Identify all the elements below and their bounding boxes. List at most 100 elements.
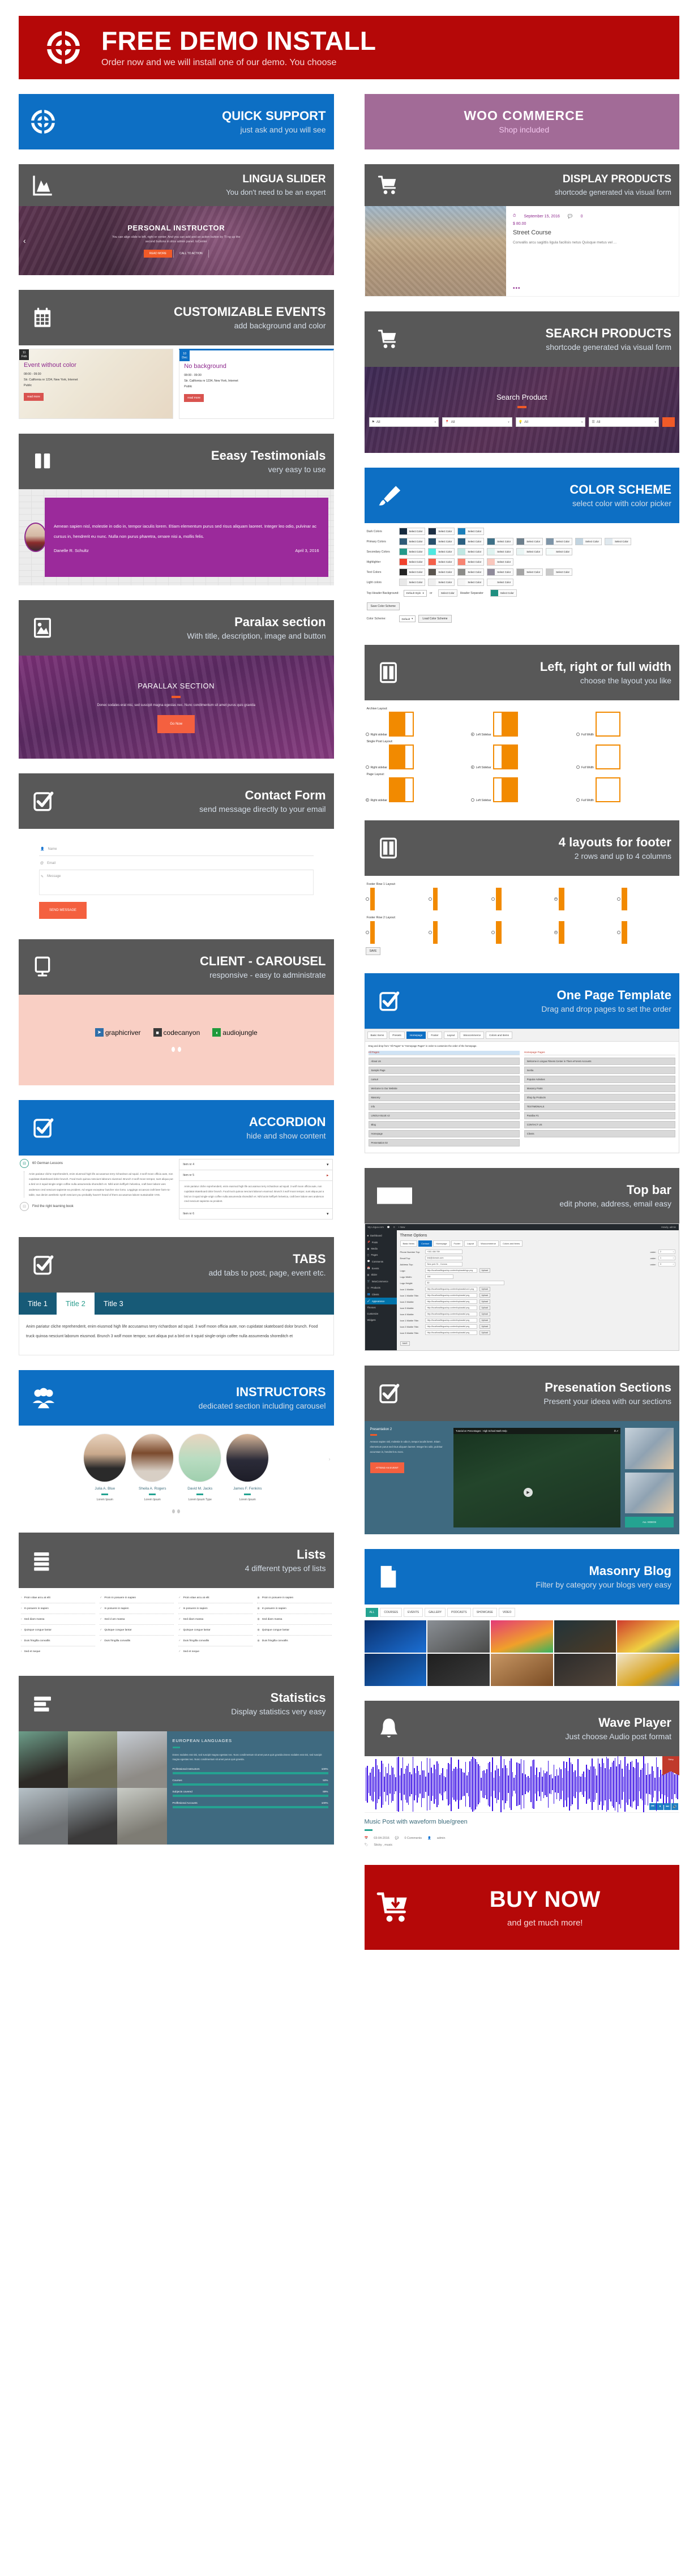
radio-option-left-sidebar[interactable]: Left Sidebar — [470, 712, 573, 737]
wp-admin-bar[interactable]: My Lingua.com 💬 0 + New Howdy, admin — [365, 1224, 679, 1230]
post-tags[interactable]: 🏷 Sticky , music — [365, 1843, 680, 1847]
color-swatch[interactable]: Select Color — [428, 579, 455, 586]
card-accordion[interactable]: ACCORDION hide and show content ⊟ 60 Ger… — [19, 1100, 334, 1223]
page-item[interactable]: Sample Page — [368, 1067, 520, 1074]
volume-button[interactable]: 🔊 — [671, 1803, 678, 1810]
tab-layout[interactable]: Layout — [443, 1032, 459, 1039]
chevron-down-icon[interactable]: ▾ — [423, 592, 424, 595]
footer-layout-option[interactable] — [365, 888, 427, 910]
sidebar-item-comments[interactable]: 💬 Comments — [365, 1258, 397, 1265]
carousel-dot[interactable] — [177, 1047, 181, 1052]
color-swatch[interactable]: Select Color — [438, 589, 457, 597]
masonry-tile[interactable] — [554, 1654, 616, 1686]
card-customizable-events[interactable]: CUSTOMIZABLE EVENTS add background and c… — [19, 290, 334, 419]
buy-now-banner[interactable]: BUY NOW and get much more! — [364, 1865, 679, 1950]
layout-options-demo[interactable]: Archive Layout: Right sidebar Left Sideb… — [364, 700, 679, 806]
parallax-go-now-button[interactable]: Go Now — [157, 714, 195, 733]
color-swatch[interactable]: Select Color — [487, 558, 514, 566]
tab-woocommerce[interactable]: Woocommerce — [478, 1240, 499, 1247]
color-swatch[interactable]: Select Color — [457, 548, 485, 555]
page-item[interactable]: Parallax #1 — [524, 1112, 675, 1119]
load-color-scheme-button[interactable]: Load Color Scheme — [418, 615, 452, 623]
upload-button[interactable]: Upload — [479, 1293, 490, 1298]
select-color-button[interactable]: Select Color — [554, 540, 572, 543]
carousel-dot[interactable] — [171, 1047, 175, 1052]
field-phone[interactable]: Phone Number Top: +001 456 789 order: 2 ↕ — [400, 1250, 675, 1254]
field-icon2-title[interactable]: Icon 2 Mobile Title: http://localhost/li… — [400, 1324, 676, 1329]
select-color-button[interactable]: Select Color — [495, 571, 513, 574]
tab-title-2[interactable]: Title 2 — [56, 1293, 95, 1315]
parallax-demo[interactable]: PARALLAX SECTION Donec sodales erat nisi… — [19, 656, 334, 759]
client-logo[interactable]: ➤ graphicriver — [95, 1028, 141, 1037]
sidebar-item-pages[interactable]: ▢ Pages — [365, 1252, 397, 1258]
color-swatch[interactable]: Select Color — [516, 548, 543, 555]
tab-footer[interactable]: Footer — [427, 1032, 442, 1039]
select-color-button[interactable]: Select Color — [613, 540, 631, 543]
howdy-label[interactable]: Howdy, admin — [661, 1226, 676, 1229]
field-icon2[interactable]: Icon 2 Mobile: http://localhost/lingua/w… — [400, 1299, 676, 1304]
color-swatch[interactable]: Select Color — [546, 568, 573, 576]
event-card[interactable]: 10 Dec No background 08:00 - 09:30 Str. … — [179, 349, 334, 419]
card-woocommerce[interactable]: WOO COMMERCE Shop included — [364, 94, 679, 149]
masonry-tile[interactable] — [617, 1654, 679, 1686]
card-layout-widths[interactable]: Left, right or full width choose the lay… — [364, 645, 679, 806]
accordion-item[interactable]: Item nr 5 ▸ — [179, 1170, 333, 1181]
sidebar-item-clients[interactable]: 👥 Clients — [365, 1291, 397, 1298]
instructor-card[interactable]: Sheila A. Rogers Lorem Ipsum — [131, 1434, 174, 1501]
next-button[interactable]: ⏭ — [664, 1803, 671, 1810]
color-swatch[interactable]: Select Color — [487, 568, 514, 576]
play-icon[interactable]: ▶ — [523, 1487, 533, 1497]
stepper-arrows-icon[interactable]: ↕ — [673, 1257, 674, 1259]
select-color-button[interactable]: Select Color — [436, 571, 454, 574]
footer-layout-option[interactable] — [616, 888, 678, 910]
field-logo-height[interactable]: Logo Height: 80 — [400, 1281, 676, 1285]
order-stepper[interactable]: 2 ↕ — [658, 1250, 675, 1254]
free-demo-banner[interactable]: FREE DEMO INSTALL Order now and we will … — [19, 16, 679, 79]
page-item[interactable]: Popular Activities — [524, 1076, 675, 1083]
page-item[interactable]: TESTIMONIALS — [524, 1103, 675, 1110]
chevron-down-icon[interactable]: ▾ — [508, 421, 509, 424]
chevron-down-icon[interactable]: ▾ — [327, 1162, 329, 1167]
admin-tab-bar[interactable]: Basic Items Presets Homepage Footer Layo… — [365, 1029, 679, 1042]
tab-homepage[interactable]: Homepage — [432, 1240, 450, 1247]
search-demo[interactable]: Search Product ⚑ All ▾ 📍 All ▾ 💡 All ▾ ☰… — [364, 367, 680, 453]
select-color-button[interactable]: Select Color — [407, 581, 425, 584]
accordion-item[interactable]: Item nr 6 ▾ — [179, 1208, 333, 1220]
card-lingua-slider[interactable]: LINGUA SLIDER You don't need to be an ex… — [19, 164, 334, 275]
field-input[interactable]: test@domain.com — [425, 1256, 463, 1260]
color-swatch[interactable]: Select Color — [457, 528, 485, 535]
waveform-bars[interactable] — [365, 1756, 680, 1812]
select-color-button[interactable]: Select Color — [439, 592, 457, 594]
field-icon3[interactable]: Icon 3 Mobile: http://localhost/lingua/w… — [400, 1306, 676, 1310]
page-item[interactable]: info — [368, 1103, 520, 1110]
select-color-button[interactable]: Select Color — [495, 550, 513, 553]
tab-basic-items[interactable]: Basic Items — [367, 1032, 388, 1039]
page-item[interactable]: Welcome to Our Website — [368, 1085, 520, 1092]
radio-option-full-width[interactable]: Full Width — [576, 777, 678, 802]
field-icon1[interactable]: Icon 1 Mobile: http://localhost/lingua/w… — [400, 1287, 676, 1291]
slider-prev-arrow[interactable]: ‹ — [23, 236, 26, 245]
accordion-demo[interactable]: ⊟ 60 German Lessons Anim pariatur cliche… — [19, 1156, 334, 1223]
wave-player-demo[interactable]: Sticky ⏮ ⏸ ⏭ 🔊 Music Post with waveform … — [364, 1756, 680, 1850]
post-author[interactable]: admin — [437, 1837, 446, 1840]
radio-button[interactable] — [576, 733, 580, 736]
card-contact-form[interactable]: Contact Form send message directly to yo… — [19, 773, 334, 925]
radio-option-left-sidebar[interactable]: Left Sidebar — [470, 744, 573, 769]
top-header-style-select[interactable]: Default Style ▾ — [403, 589, 427, 597]
card-lists[interactable]: Lists 4 different types of lists › Proin … — [19, 1533, 334, 1662]
select-color-button[interactable]: Select Color — [436, 550, 454, 553]
card-footer-layouts[interactable]: 4 layouts for footer 2 rows and up to 4 … — [364, 820, 679, 958]
page-item[interactable]: LINGUA BLUE v2 — [368, 1112, 520, 1119]
stepper-arrows-icon[interactable]: ↕ — [673, 1251, 674, 1253]
accordion-toggle-icon[interactable]: ⊟ — [20, 1201, 29, 1211]
upload-button[interactable]: Upload — [479, 1318, 490, 1323]
select-color-button[interactable]: Select Color — [407, 571, 425, 574]
color-swatch[interactable]: Select Color — [428, 558, 455, 566]
order-stepper[interactable]: 1 ↕ — [658, 1256, 675, 1260]
field-input[interactable]: http://localhost/lingua/wp-content/uploa… — [425, 1299, 477, 1304]
tab-woocommerce[interactable]: Woocommerce — [460, 1032, 485, 1039]
tab-colors-items[interactable]: Colors and Items — [486, 1032, 512, 1039]
chevron-down-icon[interactable]: ▾ — [654, 421, 656, 424]
search-fields[interactable]: ⚑ All ▾ 📍 All ▾ 💡 All ▾ ☰ All ▾ — [365, 417, 680, 427]
save-color-scheme-button[interactable]: Save Color Scheme — [366, 602, 400, 610]
